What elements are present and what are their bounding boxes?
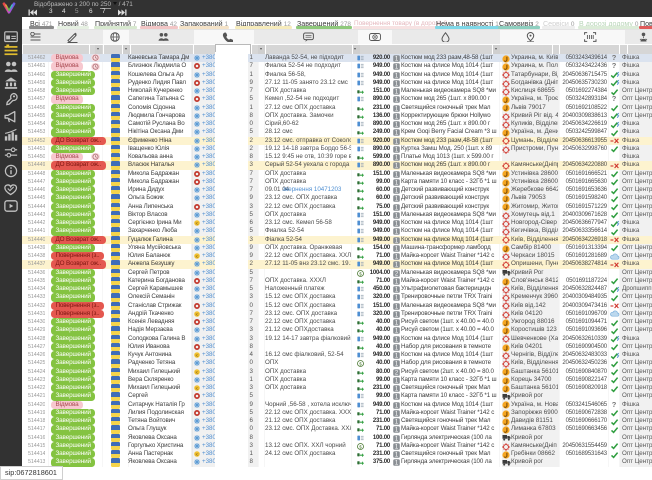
svg-text:ic: ic	[196, 313, 199, 317]
svg-text:ic: ic	[196, 354, 199, 358]
svg-text:ic: ic	[196, 255, 199, 259]
svg-text:ic: ic	[196, 387, 199, 391]
svg-text:ic: ic	[196, 453, 199, 457]
svg-text:ic: ic	[196, 222, 199, 226]
svg-text:ic: ic	[196, 370, 199, 374]
